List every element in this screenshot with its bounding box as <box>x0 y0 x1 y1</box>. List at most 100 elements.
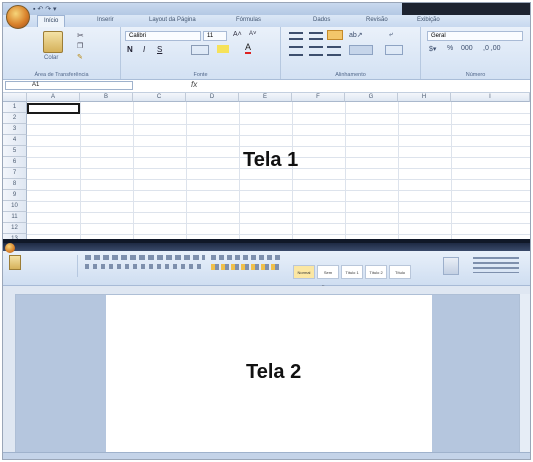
name-box[interactable]: A1 <box>5 81 133 90</box>
column-header[interactable]: B <box>80 93 133 102</box>
row-header[interactable]: 3 <box>3 124 27 135</box>
font-controls[interactable] <box>85 255 205 260</box>
column-header[interactable]: F <box>292 93 345 102</box>
fill-color-icon[interactable] <box>217 45 229 53</box>
quick-access-toolbar[interactable]: ▪ ↶ ↷ ▾ <box>33 5 57 13</box>
horizontal-ruler[interactable] <box>3 286 530 295</box>
merge-icon[interactable] <box>385 45 403 55</box>
vertical-scrollbar[interactable] <box>519 294 530 456</box>
italic-icon[interactable]: I <box>143 45 145 54</box>
grid-line <box>27 234 530 235</box>
style-no-spacing[interactable]: Sem Espaç. <box>317 265 339 289</box>
row-header[interactable]: 10 <box>3 201 27 212</box>
formula-bar: A1 fx <box>3 80 530 93</box>
column-header[interactable]: H <box>398 93 451 102</box>
shrink-font-icon[interactable]: A˅ <box>249 31 257 37</box>
bold-icon[interactable]: N <box>127 45 133 54</box>
align-center-icon[interactable] <box>309 46 323 56</box>
word-ribbon: Normal Sem Espaç. Título 1 Título 2 Títu… <box>3 251 530 289</box>
grid-line <box>27 223 530 224</box>
indent-icon[interactable] <box>349 45 373 55</box>
clipboard-group <box>27 255 78 277</box>
align-right-icon[interactable] <box>327 46 341 56</box>
align-top-icon[interactable] <box>289 32 303 40</box>
font-color-icon[interactable]: A <box>245 42 252 54</box>
row-header[interactable]: 2 <box>3 113 27 124</box>
paste-icon[interactable] <box>43 31 63 53</box>
document-page[interactable]: Tela 2 <box>106 295 432 457</box>
tab-inserir[interactable]: Inserir <box>97 17 114 23</box>
percent-icon[interactable]: % <box>447 45 453 52</box>
row-header[interactable]: 4 <box>3 135 27 146</box>
fx-icon[interactable]: fx <box>191 80 197 89</box>
format-painter-icon[interactable]: ✎ <box>77 53 83 61</box>
tab-formulas[interactable]: Fórmulas <box>236 17 261 23</box>
column-header[interactable]: C <box>133 93 186 102</box>
grid-line <box>80 102 81 239</box>
style-title[interactable]: Título <box>389 265 411 279</box>
number-format-select[interactable]: Geral <box>427 31 523 41</box>
currency-icon[interactable]: $▾ <box>429 45 436 53</box>
excel-title-bar <box>3 3 530 15</box>
column-header[interactable]: I <box>451 93 530 102</box>
clipboard-group: Colar ✂ ❐ ✎ Área de Transferência <box>3 27 121 79</box>
title-bar-dark-area <box>402 3 530 15</box>
style-heading-2[interactable]: Título 2 <box>365 265 387 279</box>
thousands-icon[interactable]: 000 <box>461 45 473 52</box>
column-header[interactable]: E <box>239 93 292 102</box>
font-format-buttons[interactable] <box>85 264 205 269</box>
tab-layout[interactable]: Layout da Página <box>149 17 196 23</box>
row-header[interactable]: 12 <box>3 223 27 234</box>
alignment-group-label: Alinhamento <box>335 72 366 78</box>
ribbon: Colar ✂ ❐ ✎ Área de Transferência Calibr… <box>3 27 530 80</box>
column-header[interactable]: G <box>345 93 398 102</box>
column-header[interactable]: A <box>27 93 80 102</box>
grow-font-icon[interactable]: A˄ <box>233 31 242 38</box>
tab-dados[interactable]: Dados <box>313 17 330 23</box>
decimal-icon[interactable]: ,0 ,00 <box>483 45 501 52</box>
row-header[interactable]: 11 <box>3 212 27 223</box>
office-button-icon[interactable] <box>6 5 30 29</box>
change-styles-icon[interactable] <box>443 257 459 275</box>
office-button-icon[interactable] <box>5 243 15 253</box>
alignment-buttons[interactable] <box>211 264 281 270</box>
grid-line <box>398 102 399 239</box>
paste-icon[interactable] <box>9 255 21 270</box>
copy-icon[interactable]: ❐ <box>77 42 83 50</box>
paragraph-controls[interactable] <box>211 255 281 260</box>
row-header[interactable]: 7 <box>3 168 27 179</box>
row-header[interactable]: 9 <box>3 190 27 201</box>
cut-icon[interactable]: ✂ <box>77 31 84 40</box>
wrap-text-icon[interactable]: ⤶ <box>389 31 393 39</box>
vertical-ruler[interactable] <box>3 294 16 456</box>
row-header[interactable]: 1 <box>3 102 27 113</box>
tab-revisao[interactable]: Revisão <box>366 17 388 23</box>
align-middle-icon[interactable] <box>309 32 323 40</box>
align-left-icon[interactable] <box>289 46 303 56</box>
font-group-label: Fonte <box>193 72 208 78</box>
style-normal[interactable]: Normal <box>293 265 315 279</box>
style-heading-1[interactable]: Título 1 <box>341 265 363 279</box>
row-header[interactable]: 8 <box>3 179 27 190</box>
borders-icon[interactable] <box>191 45 209 55</box>
column-header[interactable]: D <box>186 93 239 102</box>
row-header[interactable]: 6 <box>3 157 27 168</box>
align-bottom-icon[interactable] <box>327 30 343 40</box>
selected-cell[interactable] <box>27 103 80 114</box>
grid-line <box>133 102 134 239</box>
font-size-select[interactable]: 11 <box>203 31 227 41</box>
tab-inicio[interactable]: Início <box>37 15 66 27</box>
screenshot-frame: ▪ ↶ ↷ ▾ Início Inserir Layout da Página … <box>2 2 531 460</box>
status-bar <box>3 452 530 459</box>
paste-label: Colar <box>44 55 59 61</box>
underline-icon[interactable]: S <box>157 45 162 54</box>
tab-exibicao[interactable]: Exibição <box>417 17 440 23</box>
row-header[interactable]: 5 <box>3 146 27 157</box>
font-name-select[interactable]: Calibri <box>125 31 201 41</box>
grid-line <box>27 113 530 114</box>
grid-line <box>239 102 240 239</box>
alignment-group: ab↗ ⤶ Alinhamento <box>281 27 421 79</box>
editing-group[interactable] <box>473 257 519 273</box>
orientation-icon[interactable]: ab↗ <box>349 31 363 39</box>
select-all-corner[interactable] <box>3 93 27 102</box>
